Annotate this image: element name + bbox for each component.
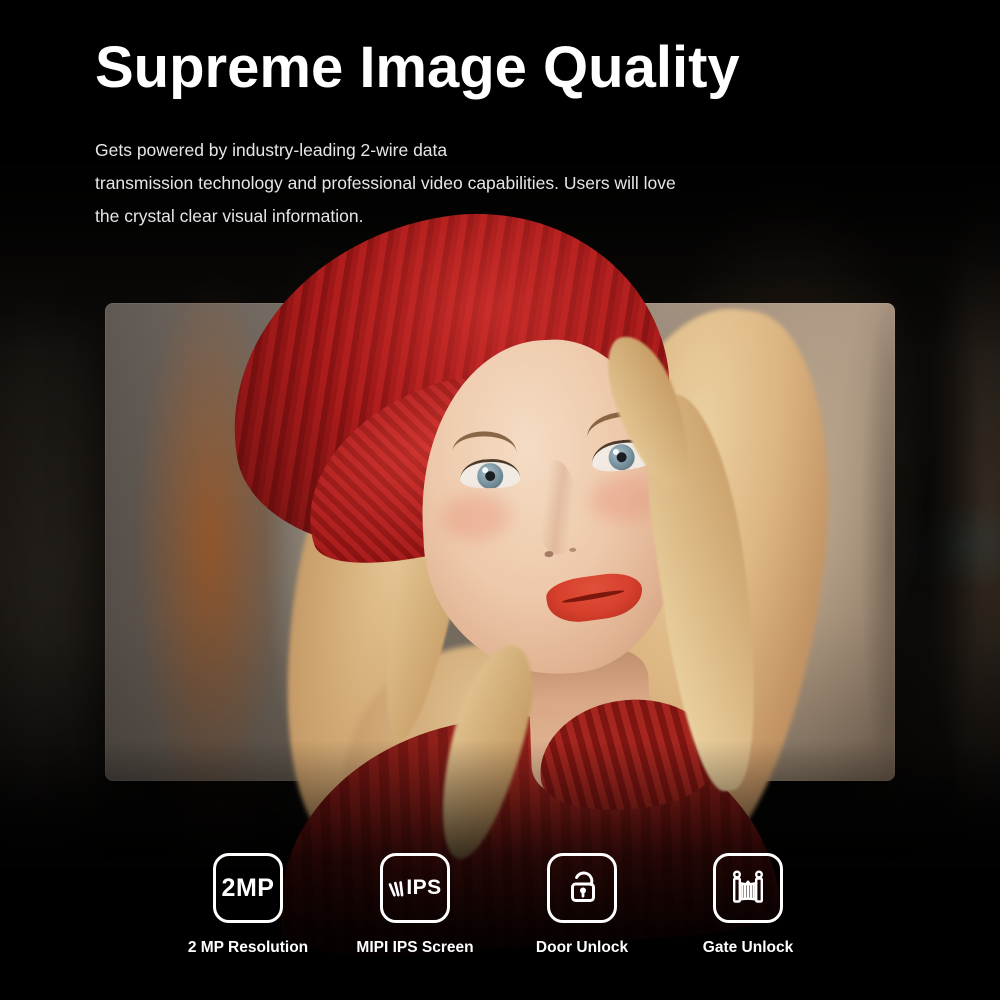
- gate-unlock-icon: [713, 853, 783, 923]
- ips-slashes-icon: [388, 878, 404, 898]
- portrait-lips: [544, 569, 645, 626]
- portrait-blush: [439, 492, 511, 542]
- ips-text: IPS: [406, 876, 441, 900]
- portrait-eye: [460, 459, 520, 489]
- ad-page: Supreme Image Quality Gets powered by in…: [0, 0, 1000, 1000]
- feature-door-unlock: Door Unlock: [497, 853, 667, 957]
- hero-paragraph: Gets powered by industry-leading 2-wire …: [95, 134, 755, 233]
- feature-2mp: 2MP 2 MP Resolution: [163, 853, 333, 957]
- 2mp-badge-icon: 2MP: [213, 853, 283, 923]
- feature-gate-unlock: Gate Unlock: [663, 853, 833, 957]
- hero-paragraph-line: the crystal clear visual information.: [95, 200, 755, 233]
- 2mp-badge-text: 2MP: [222, 874, 275, 903]
- hero-paragraph-line: Gets powered by industry-leading 2-wire …: [95, 134, 755, 167]
- portrait-nose: [532, 459, 581, 556]
- feature-ips: IPS MIPI IPS Screen: [330, 853, 500, 957]
- feature-label: 2 MP Resolution: [188, 939, 308, 957]
- door-unlock-icon: [547, 853, 617, 923]
- hero-paragraph-line: transmission technology and professional…: [95, 167, 755, 200]
- feature-label: MIPI IPS Screen: [356, 939, 473, 957]
- feature-label: Door Unlock: [536, 939, 628, 957]
- portrait-eyebrow: [452, 431, 516, 457]
- page-title: Supreme Image Quality: [95, 38, 955, 99]
- mipi-ips-icon: IPS: [380, 853, 450, 923]
- feature-label: Gate Unlock: [703, 939, 793, 957]
